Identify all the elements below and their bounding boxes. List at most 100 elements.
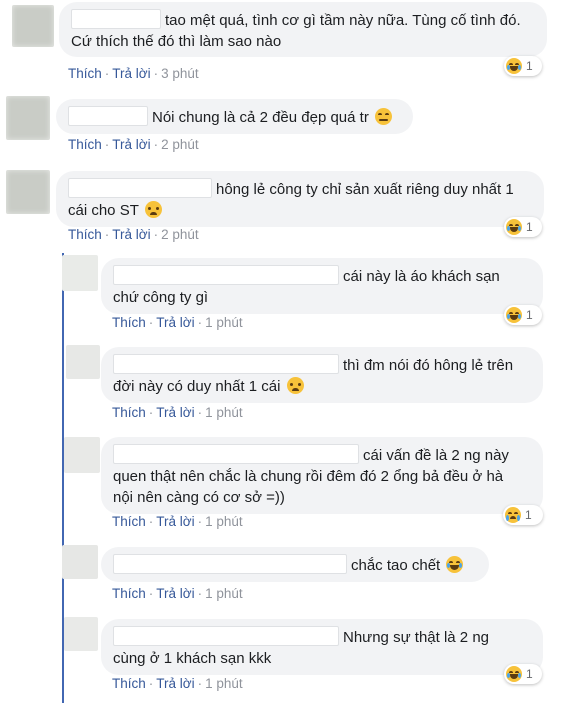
commenter-name-redacted[interactable]	[113, 554, 347, 574]
comment-actions: Thích · Trả lời · 3 phút	[68, 66, 199, 81]
avatar[interactable]	[62, 255, 98, 291]
comment-text-line: cái cho ST	[68, 200, 532, 221]
separator: ·	[153, 137, 159, 152]
timestamp[interactable]: 2 phút	[161, 227, 199, 242]
commenter-name-redacted[interactable]	[113, 444, 359, 464]
comment-text: cái này là áo khách sạn	[113, 265, 531, 287]
comment-text-line: cùng ở 1 khách sạn kkk	[113, 650, 272, 667]
timestamp[interactable]: 2 phút	[161, 137, 199, 152]
reply-link[interactable]: Trả lời	[112, 137, 150, 152]
avatar[interactable]	[66, 345, 100, 379]
avatar[interactable]	[62, 545, 98, 579]
timestamp[interactable]: 1 phút	[205, 676, 243, 691]
comment-text-line: hông lẻ công ty chỉ sản xuất riêng duy n…	[216, 181, 514, 198]
reply-bubble: Nhưng sự thật là 2 ng cùng ở 1 khách sạn…	[101, 619, 543, 675]
reply-bubble: chắc tao chết	[101, 547, 489, 582]
commenter-name-redacted[interactable]	[68, 106, 148, 126]
timestamp[interactable]: 1 phút	[205, 586, 243, 601]
reply-link[interactable]: Trả lời	[156, 514, 194, 529]
laugh-cry-icon	[446, 556, 464, 573]
reply-link[interactable]: Trả lời	[112, 227, 150, 242]
comment-text-line-part: đời này có duy nhất 1 cái	[113, 378, 281, 395]
reply-link[interactable]: Trả lời	[156, 405, 194, 420]
separator: ·	[148, 315, 154, 330]
separator: ·	[197, 586, 203, 601]
commenter-name-redacted[interactable]	[68, 178, 212, 198]
like-link[interactable]: Thích	[112, 315, 146, 330]
separator: ·	[197, 676, 203, 691]
separator: ·	[104, 137, 110, 152]
separator: ·	[148, 514, 154, 529]
timestamp[interactable]: 1 phút	[205, 514, 243, 529]
avatar[interactable]	[6, 96, 50, 140]
comment-text: chắc tao chết	[113, 554, 477, 576]
comment-text-line: nội nên càng có cơ sở =))	[113, 489, 285, 506]
reaction-summary[interactable]: 1	[504, 217, 542, 237]
avatar[interactable]	[64, 617, 98, 651]
separator: ·	[148, 586, 154, 601]
comment-actions: Thích · Trả lời · 1 phút	[112, 676, 243, 691]
reaction-count: 1	[525, 508, 532, 522]
comment-text-line: đời này có duy nhất 1 cái	[113, 376, 531, 397]
comment-actions: Thích · Trả lời · 1 phút	[112, 514, 243, 529]
reaction-count: 1	[526, 220, 533, 234]
comment-text: cái vấn đề là 2 ng này	[113, 444, 531, 466]
reaction-count: 1	[526, 59, 533, 73]
reply-link[interactable]: Trả lời	[112, 66, 150, 81]
like-link[interactable]: Thích	[68, 137, 102, 152]
crying-icon	[505, 507, 521, 523]
avatar[interactable]	[64, 437, 100, 473]
reaction-summary[interactable]: 1	[504, 664, 542, 684]
separator: ·	[148, 405, 154, 420]
timestamp[interactable]: 1 phút	[205, 315, 243, 330]
comment-text: thì đm nói đó hông lẻ trên	[113, 354, 531, 376]
comment-bubble: Nói chung là cả 2 đều đẹp quá tr	[56, 99, 413, 134]
laugh-cry-icon	[506, 219, 522, 235]
timestamp[interactable]: 3 phút	[161, 66, 199, 81]
reaction-count: 1	[526, 667, 533, 681]
separator: ·	[197, 405, 203, 420]
separator: ·	[104, 66, 110, 81]
comment-text-line: Nhưng sự thật là 2 ng	[343, 629, 490, 646]
worried-icon	[144, 201, 162, 218]
reply-link[interactable]: Trả lời	[156, 315, 194, 330]
comment-bubble: hông lẻ công ty chỉ sản xuất riêng duy n…	[56, 171, 544, 227]
comment-bubble: tao mệt quá, tình cơ gì tầm này nữa. Tùn…	[59, 2, 547, 57]
laugh-cry-icon	[506, 666, 522, 682]
avatar[interactable]	[12, 5, 54, 47]
reply-link[interactable]: Trả lời	[156, 586, 194, 601]
separator: ·	[153, 66, 159, 81]
commenter-name-redacted[interactable]	[113, 265, 339, 285]
like-link[interactable]: Thích	[112, 676, 146, 691]
like-link[interactable]: Thích	[68, 66, 102, 81]
comment-actions: Thích · Trả lời · 1 phút	[112, 586, 243, 601]
reply-bubble: thì đm nói đó hông lẻ trên đời này có du…	[101, 347, 543, 403]
reaction-summary[interactable]: 1	[504, 56, 542, 76]
like-link[interactable]: Thích	[112, 405, 146, 420]
reply-link[interactable]: Trả lời	[156, 676, 194, 691]
like-link[interactable]: Thích	[68, 227, 102, 242]
commenter-name-redacted[interactable]	[113, 354, 339, 374]
comment-text-line: tao mệt quá, tình cơ gì tầm này nữa. Tùn…	[165, 12, 521, 29]
commenter-name-redacted[interactable]	[113, 626, 339, 646]
timestamp[interactable]: 1 phút	[205, 405, 243, 420]
comment-text-line: Cứ thích thế đó thì làm sao nào	[71, 33, 282, 50]
reaction-summary[interactable]: 1	[504, 305, 542, 325]
comment-text-line: chắc tao chết	[351, 557, 441, 574]
comment-text-line: chứ công ty gì	[113, 289, 209, 306]
comment-actions: Thích · Trả lời · 1 phút	[112, 405, 243, 420]
commenter-name-redacted[interactable]	[71, 9, 161, 29]
separator: ·	[197, 315, 203, 330]
like-link[interactable]: Thích	[112, 586, 146, 601]
comment-text-line: cái này là áo khách sạn	[343, 268, 500, 285]
worried-icon	[286, 377, 304, 394]
comment-text-line: cái vấn đề là 2 ng này	[363, 447, 509, 464]
smirk-icon	[375, 108, 392, 125]
reaction-summary[interactable]: 1	[503, 505, 543, 525]
reply-bubble: cái vấn đề là 2 ng này quen thật nên chắ…	[101, 437, 543, 514]
comment-text-line-part: cái cho ST	[68, 202, 139, 219]
comment-text: tao mệt quá, tình cơ gì tầm này nữa. Tùn…	[71, 9, 535, 31]
reply-bubble: cái này là áo khách sạn chứ công ty gì	[101, 258, 543, 314]
avatar[interactable]	[6, 170, 50, 214]
like-link[interactable]: Thích	[112, 514, 146, 529]
